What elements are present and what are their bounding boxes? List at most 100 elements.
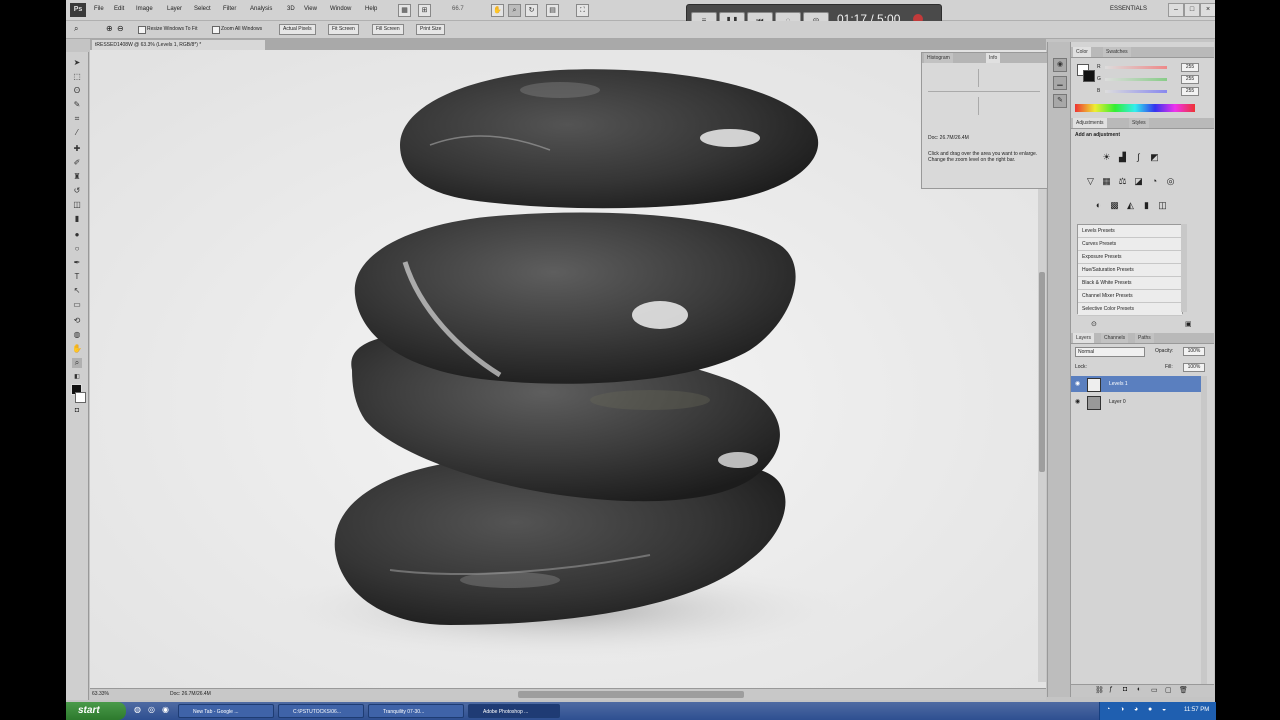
quick-select-tool-icon[interactable]: ✎: [72, 100, 82, 110]
hand-tool-icon[interactable]: ✋: [72, 344, 82, 354]
menu-file[interactable]: File: [94, 6, 104, 12]
tray-icon[interactable]: ●: [1148, 706, 1152, 713]
preset-selective-color[interactable]: Selective Color Presets: [1078, 303, 1182, 316]
document-canvas[interactable]: [90, 50, 1046, 688]
menu-image[interactable]: Image: [136, 6, 153, 12]
taskbar-clock[interactable]: 11:57 PM: [1184, 707, 1209, 713]
tab-color[interactable]: Color: [1073, 47, 1091, 57]
screen-mode-icon[interactable]: ⛶: [576, 4, 589, 17]
horizontal-scrollbar-thumb[interactable]: [518, 691, 744, 698]
threshold-icon[interactable]: ◭: [1125, 200, 1136, 211]
default-colors-icon[interactable]: ◧: [72, 372, 82, 382]
link-layers-icon[interactable]: ⛓: [1095, 686, 1104, 694]
brushes-icon[interactable]: ✎: [1053, 94, 1067, 108]
quick-launch-icon[interactable]: ◍: [134, 705, 141, 714]
preset-hue-saturation[interactable]: Hue/Saturation Presets: [1078, 264, 1182, 277]
menu-window[interactable]: Window: [330, 6, 351, 12]
lasso-tool-icon[interactable]: ʘ: [72, 86, 82, 96]
history-brush-tool-icon[interactable]: ↺: [72, 186, 82, 196]
channel-mixer-icon[interactable]: ◎: [1165, 176, 1176, 187]
tab-swatches[interactable]: Swatches: [1103, 47, 1131, 57]
document-tab[interactable]: tRESSED1408W @ 63.3% (Levels 1, RGB/8*) …: [92, 40, 265, 50]
preset-channel-mixer[interactable]: Channel Mixer Presets: [1078, 290, 1182, 303]
channel-b-slider[interactable]: [1105, 90, 1167, 93]
preset-exposure[interactable]: Exposure Presets: [1078, 251, 1182, 264]
gradient-map-icon[interactable]: ▮: [1141, 200, 1152, 211]
print-size-button[interactable]: Print Size: [416, 24, 446, 35]
photo-filter-icon[interactable]: ◔: [1149, 176, 1160, 187]
vertical-scrollbar-thumb[interactable]: [1039, 272, 1045, 472]
eyedropper-tool-icon[interactable]: ⁄: [72, 128, 82, 138]
color-background-swatch[interactable]: [1083, 70, 1095, 82]
tab-styles[interactable]: Styles: [1129, 118, 1149, 128]
zoom-tool-icon[interactable]: ⌕: [72, 358, 82, 368]
posterize-icon[interactable]: ▩: [1109, 200, 1120, 211]
channel-r-slider[interactable]: [1105, 66, 1167, 69]
tray-icon[interactable]: ◑: [1120, 706, 1124, 713]
delete-layer-icon[interactable]: 🗑: [1179, 686, 1188, 694]
tray-icon[interactable]: ◕: [1134, 706, 1138, 713]
invert-icon[interactable]: ◐: [1093, 200, 1104, 211]
fit-screen-button[interactable]: Fit Screen: [328, 24, 359, 35]
channel-r-value[interactable]: 255: [1181, 63, 1199, 72]
levels-icon[interactable]: ▟: [1117, 152, 1128, 163]
quick-mask-icon[interactable]: ◘: [72, 406, 82, 416]
brightness-contrast-icon[interactable]: ☀: [1101, 152, 1112, 163]
opacity-field[interactable]: 100%: [1183, 347, 1205, 356]
close-icon[interactable]: ×: [1200, 3, 1215, 17]
hue-saturation-icon[interactable]: ▦: [1101, 176, 1112, 187]
preset-black-white[interactable]: Black & White Presets: [1078, 277, 1182, 290]
adjustments-footer-icon[interactable]: ⊙: [1091, 320, 1097, 328]
maximize-icon[interactable]: □: [1184, 3, 1200, 17]
new-layer-icon[interactable]: ▢: [1165, 686, 1172, 694]
quick-launch-icon[interactable]: ◎: [148, 705, 155, 714]
layer-visibility-eye-icon[interactable]: ◉: [1075, 394, 1080, 410]
move-tool-icon[interactable]: ➤: [72, 58, 82, 68]
3d-rotate-tool-icon[interactable]: ⟲: [72, 316, 82, 326]
dodge-tool-icon[interactable]: ○: [72, 244, 82, 254]
layer-visibility-eye-icon[interactable]: ◉: [1075, 376, 1080, 392]
fill-field[interactable]: 100%: [1183, 363, 1205, 372]
navigator-icon[interactable]: ◉: [1053, 58, 1067, 72]
tab-adjustments[interactable]: Adjustments: [1073, 118, 1107, 128]
actual-pixels-button[interactable]: Actual Pixels: [279, 24, 316, 35]
menu-3d[interactable]: 3D: [287, 6, 295, 12]
black-white-icon[interactable]: ◪: [1133, 176, 1144, 187]
channel-b-value[interactable]: 255: [1181, 87, 1199, 96]
layer-row-levels[interactable]: ◉ Levels 1: [1071, 376, 1201, 392]
gradient-tool-icon[interactable]: ▮: [72, 214, 82, 224]
shape-tool-icon[interactable]: ▭: [72, 300, 82, 310]
workspace-switcher[interactable]: ESSENTIALS: [1110, 6, 1147, 12]
tray-icon[interactable]: ◒: [1162, 706, 1166, 713]
adjustments-panel-menu-icon[interactable]: ▣: [1185, 320, 1192, 328]
zoom-level-field[interactable]: 66.7: [452, 6, 464, 12]
quick-launch-icon[interactable]: ◉: [162, 705, 169, 714]
menu-layer[interactable]: Layer: [167, 6, 182, 12]
tray-icon[interactable]: ◔: [1106, 706, 1110, 713]
taskbar-button-chrome[interactable]: New Tab - Google ...: [178, 704, 274, 718]
color-spectrum-bar[interactable]: [1075, 104, 1195, 112]
new-adjustment-layer-icon[interactable]: ◐: [1137, 686, 1141, 693]
arrange-documents-icon[interactable]: ▤: [546, 4, 559, 17]
resize-windows-checkbox[interactable]: [138, 26, 146, 34]
layer-name[interactable]: Levels 1: [1109, 376, 1128, 392]
type-tool-icon[interactable]: T: [72, 272, 82, 282]
vibrance-icon[interactable]: ▽: [1085, 176, 1096, 187]
background-color-swatch[interactable]: [75, 392, 86, 403]
blend-mode-select[interactable]: Normal: [1075, 347, 1145, 357]
zoom-all-checkbox[interactable]: [212, 26, 220, 34]
minimize-icon[interactable]: –: [1168, 3, 1184, 17]
tab-histogram[interactable]: Histogram: [924, 53, 953, 63]
preset-curves[interactable]: Curves Presets: [1078, 238, 1182, 251]
channel-g-value[interactable]: 255: [1181, 75, 1199, 84]
view-extras-icon[interactable]: ⊞: [418, 4, 431, 17]
fill-screen-button[interactable]: Fill Screen: [372, 24, 404, 35]
selective-color-icon[interactable]: ◫: [1157, 200, 1168, 211]
tab-layers[interactable]: Layers: [1073, 333, 1095, 343]
zoom-tool-icon[interactable]: ⌕: [508, 4, 521, 17]
zoom-in-icon[interactable]: ⊕: [106, 24, 113, 33]
curves-icon[interactable]: ∫: [1133, 152, 1144, 163]
menu-help[interactable]: Help: [365, 6, 377, 12]
taskbar-button-media[interactable]: Tranquility 07-30...: [368, 704, 464, 718]
layer-name[interactable]: Layer 0: [1109, 394, 1126, 410]
